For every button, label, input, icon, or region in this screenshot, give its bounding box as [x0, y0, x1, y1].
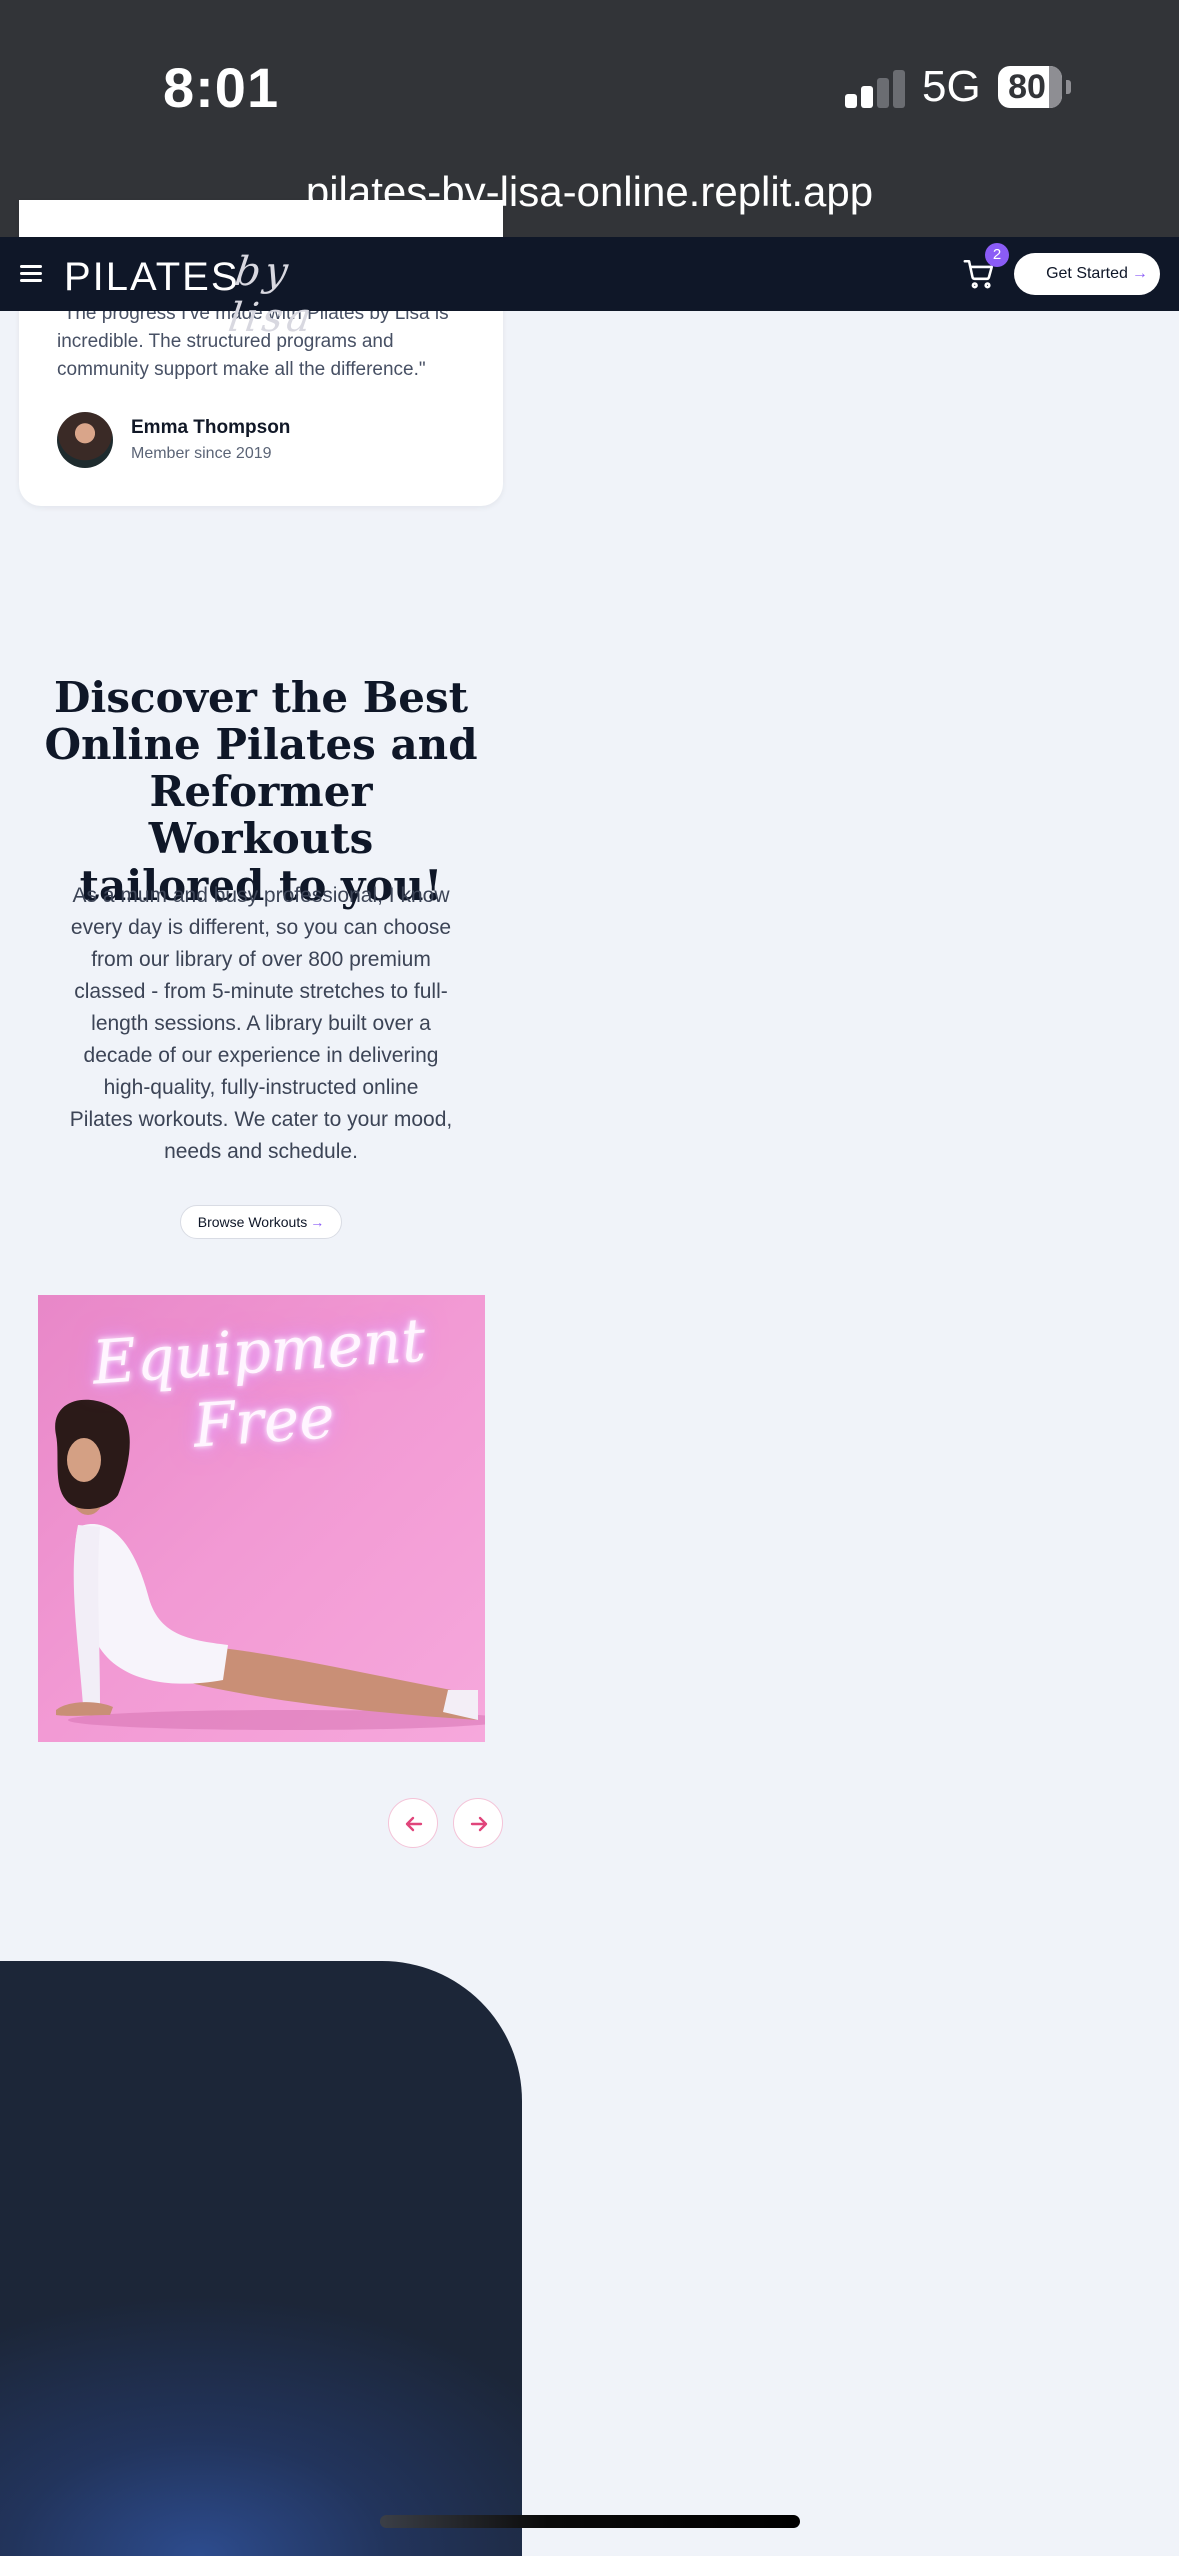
title-line: Discover the Best — [53, 673, 469, 722]
testimonial-author: Emma Thompson — [131, 417, 291, 438]
status-time: 8:01 — [163, 56, 280, 119]
battery-level: 80 — [1008, 68, 1046, 106]
home-indicator[interactable] — [380, 2515, 800, 2528]
arrow-right-icon: → — [310, 1214, 325, 1230]
carousel-slide-image[interactable]: Equipment Free — [38, 1295, 485, 1742]
battery-icon: 80 — [998, 66, 1062, 108]
site-header: PILATES by lisa 2 Get Started → — [0, 237, 1179, 341]
get-started-label: Get Started — [1046, 265, 1128, 282]
quote-line: community support make all the differenc… — [57, 359, 426, 380]
section-description: As a mum and busy professional, I know e… — [48, 880, 474, 1168]
logo-script: by lisa — [225, 249, 318, 341]
body-line: length sessions. A library built over a — [91, 1012, 431, 1035]
title-line: Reformer Workouts — [148, 767, 374, 863]
signal-icon — [845, 68, 905, 108]
body-line: Pilates workouts. We cater to your mood, — [69, 1108, 453, 1131]
logo-wordmark: PILATES — [64, 255, 240, 299]
carousel-prev-button[interactable] — [388, 1798, 438, 1848]
carousel-next-button[interactable] — [453, 1798, 503, 1848]
body-line: decade of our experience in delivering — [83, 1044, 439, 1067]
body-line: classed - from 5-minute stretches to ful… — [74, 980, 448, 1003]
body-line: As a mum and busy professional, I know — [72, 884, 450, 907]
body-line: from our library of over 800 premium — [91, 948, 431, 971]
body-line: needs and schedule. — [164, 1140, 358, 1163]
arrow-right-icon: → — [1131, 265, 1148, 282]
arrow-left-icon — [405, 1816, 423, 1832]
avatar — [57, 412, 113, 468]
get-started-button[interactable]: Get Started → — [1014, 253, 1160, 295]
browse-workouts-label: Browse Workouts — [197, 1214, 308, 1230]
browse-workouts-button[interactable]: Browse Workouts → — [180, 1205, 342, 1239]
body-line: high-quality, fully-instructed online — [103, 1076, 419, 1099]
hamburger-icon[interactable] — [20, 262, 42, 284]
member-since: Member since 2019 — [131, 445, 272, 462]
cart-count-badge: 2 — [985, 243, 1009, 267]
arrow-right-icon — [470, 1816, 488, 1832]
body-line: every day is different, so you can choos… — [70, 916, 452, 939]
battery-tip — [1066, 80, 1071, 94]
title-line: Online Pilates and — [44, 720, 478, 769]
network-type: 5G — [922, 62, 981, 111]
section-title: Discover the Best Online Pilates and Ref… — [40, 674, 482, 909]
dark-section-background — [0, 1961, 522, 2556]
